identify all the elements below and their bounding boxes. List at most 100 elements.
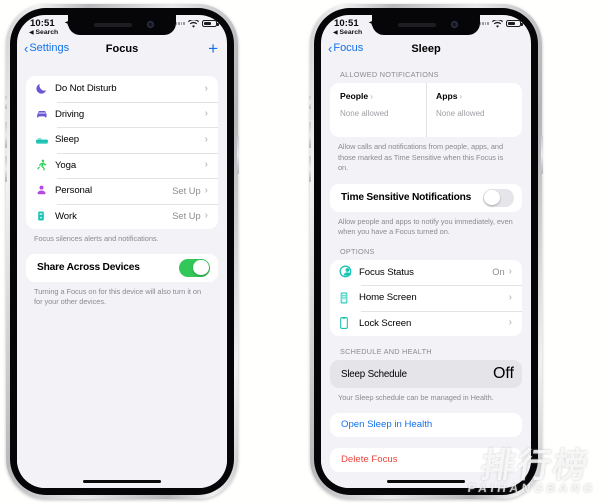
- power-button[interactable]: [237, 136, 239, 174]
- sleep-schedule-label: Sleep Schedule: [341, 368, 407, 380]
- car-icon: [35, 107, 55, 121]
- time-sensitive-footnote: Allow people and apps to notify you imme…: [338, 216, 513, 237]
- home-indicator[interactable]: [83, 479, 161, 483]
- schedule-and-health-header: SCHEDULE AND HEALTH: [340, 347, 432, 357]
- back-to-search-label: Search: [35, 29, 59, 36]
- status-time: 10:51: [30, 17, 55, 29]
- front-camera-icon: [451, 21, 458, 28]
- bed-icon: [35, 133, 55, 147]
- silent-switch[interactable]: [309, 96, 311, 109]
- apps-label: Apps: [436, 91, 458, 101]
- allowed-notifications-header: ALLOWED NOTIFICATIONS: [340, 70, 439, 79]
- volume-down-button[interactable]: [5, 156, 7, 182]
- lock-screen-icon: [339, 316, 359, 330]
- apps-cell[interactable]: Apps › None allowed: [426, 83, 522, 137]
- screenshot-stage: 10:51 ◀ Search ‹ Settings Focus + Do Not…: [0, 0, 600, 503]
- time-sensitive-row[interactable]: Time Sensitive Notifications: [330, 184, 522, 212]
- wifi-icon: [188, 19, 199, 28]
- add-focus-button[interactable]: +: [208, 40, 218, 57]
- people-title: People ›: [340, 91, 426, 101]
- chevron-right-icon: ›: [370, 91, 373, 101]
- focus-row-personal[interactable]: Personal Set Up ›: [26, 178, 218, 204]
- share-across-devices-label: Share Across Devices: [37, 262, 140, 274]
- option-row-home-screen[interactable]: Home Screen ›: [330, 285, 522, 311]
- focus-row-driving[interactable]: Driving ›: [26, 101, 218, 128]
- volume-up-button[interactable]: [309, 122, 311, 148]
- open-sleep-in-health-button[interactable]: Open Sleep in Health: [330, 413, 522, 437]
- share-across-devices-footnote: Turning a Focus on for this device will …: [34, 286, 202, 307]
- option-row-value: On: [492, 267, 505, 278]
- nav-bar-left: ‹ Settings Focus +: [17, 39, 227, 63]
- focus-row-work[interactable]: Work Set Up ›: [26, 203, 218, 230]
- back-triangle-icon: ◀: [333, 30, 338, 36]
- screen-right: 10:51 ◀ Search ‹ Focus Sleep ALLOWED NOT…: [321, 15, 531, 488]
- earpiece-speaker: [398, 23, 436, 27]
- status-indicators: [175, 19, 219, 28]
- person-icon: [35, 184, 55, 197]
- people-cell[interactable]: People › None allowed: [330, 83, 426, 137]
- cellular-icon: [175, 22, 185, 25]
- chevron-right-icon: ›: [204, 184, 208, 196]
- option-row-lock-screen[interactable]: Lock Screen ›: [330, 310, 522, 337]
- home-screen-icon: [339, 291, 359, 305]
- back-to-search-button[interactable]: ◀ Search: [333, 29, 362, 36]
- toggle-knob: [193, 259, 209, 276]
- home-indicator[interactable]: [387, 479, 465, 483]
- option-row-label: Focus Status: [359, 266, 414, 278]
- earpiece-speaker: [94, 23, 132, 27]
- chevron-right-icon: ›: [459, 91, 463, 101]
- chevron-right-icon: ›: [204, 210, 208, 222]
- page-title-focus: Focus: [105, 43, 139, 55]
- allowed-notifications-footnote: Allow calls and notifications from peopl…: [338, 142, 504, 173]
- sleep-schedule-row[interactable]: Sleep Schedule Off: [330, 360, 522, 388]
- chevron-right-icon: ›: [204, 159, 208, 171]
- focus-row-value: Set Up: [172, 211, 201, 222]
- iphone-left: 10:51 ◀ Search ‹ Settings Focus + Do Not…: [5, 4, 239, 499]
- delete-focus-card: Delete Focus: [330, 447, 522, 472]
- power-button[interactable]: [541, 136, 543, 174]
- back-triangle-icon: ◀: [29, 30, 34, 36]
- briefcase-icon: [35, 209, 55, 223]
- apps-subtitle: None allowed: [436, 109, 485, 118]
- content-left: Do Not Disturb › Driving › Sleep › Yoga …: [17, 63, 227, 488]
- toggle-knob: [484, 189, 500, 206]
- back-to-search-button[interactable]: ◀ Search: [29, 29, 58, 36]
- delete-focus-button[interactable]: Delete Focus: [330, 448, 522, 472]
- chevron-right-icon: ›: [508, 317, 512, 329]
- moon-icon: [35, 82, 55, 95]
- sleep-schedule-footnote: Your Sleep schedule can be managed in He…: [338, 393, 494, 403]
- status-indicators: [479, 19, 523, 28]
- person-run-icon: [35, 158, 55, 172]
- focus-row-label: Yoga: [55, 159, 77, 171]
- status-time: 10:51: [334, 17, 359, 29]
- volume-down-button[interactable]: [309, 156, 311, 182]
- share-across-devices-card: Share Across Devices: [26, 253, 218, 282]
- chevron-right-icon: ›: [204, 133, 208, 145]
- option-row-focus-status[interactable]: Focus Status On ›: [330, 260, 522, 286]
- sleep-schedule-value: Off: [492, 365, 514, 383]
- cellular-icon: [479, 22, 489, 25]
- share-across-devices-toggle[interactable]: [179, 258, 210, 277]
- wifi-icon: [492, 19, 503, 28]
- focus-row-label: Driving: [55, 108, 85, 120]
- focus-row-label: Work: [55, 210, 77, 222]
- silent-switch[interactable]: [5, 96, 7, 109]
- options-card: Focus Status On › Home Screen › Lock Scr…: [330, 259, 522, 337]
- focus-row-label: Personal: [55, 185, 93, 197]
- people-label: People: [340, 91, 369, 101]
- volume-up-button[interactable]: [5, 122, 7, 148]
- people-subtitle: None allowed: [340, 109, 389, 118]
- share-across-devices-row[interactable]: Share Across Devices: [26, 254, 218, 282]
- focus-row-sleep[interactable]: Sleep ›: [26, 127, 218, 153]
- focus-row-value: Set Up: [172, 185, 201, 196]
- focus-row-do-not-disturb[interactable]: Do Not Disturb ›: [26, 76, 218, 102]
- nav-bar-right: ‹ Focus Sleep: [321, 39, 531, 63]
- open-health-card: Open Sleep in Health: [330, 412, 522, 437]
- front-camera-icon: [147, 21, 154, 28]
- focus-row-label: Sleep: [55, 134, 80, 146]
- focus-row-yoga[interactable]: Yoga ›: [26, 152, 218, 179]
- focus-list-footnote: Focus silences alerts and notifications.: [34, 234, 159, 243]
- screen-left: 10:51 ◀ Search ‹ Settings Focus + Do Not…: [17, 15, 227, 488]
- time-sensitive-toggle[interactable]: [483, 188, 514, 207]
- notch: [372, 15, 480, 35]
